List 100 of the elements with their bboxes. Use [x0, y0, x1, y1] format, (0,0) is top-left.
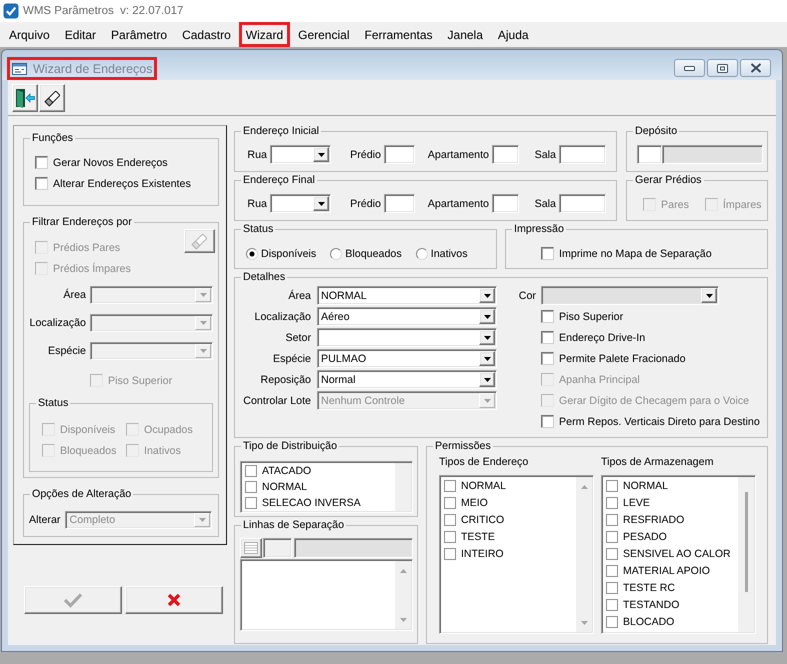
- scrollbar[interactable]: [738, 477, 754, 632]
- group-title: Endereço Inicial: [242, 124, 320, 138]
- dropdown-field[interactable]: Aéreo: [317, 307, 497, 326]
- field-label: Apartamento: [428, 198, 489, 210]
- menu-item[interactable]: Wizard: [238, 22, 290, 47]
- dropdown-button[interactable]: [701, 288, 717, 303]
- checkbox-label: Disponíveis: [60, 424, 116, 436]
- checkbox[interactable]: [444, 530, 456, 542]
- checkbox[interactable]: [35, 156, 48, 169]
- checkbox-label: PESADO: [623, 530, 667, 542]
- menu-item[interactable]: Editar: [58, 22, 104, 47]
- text-field[interactable]: [559, 194, 606, 213]
- text-field[interactable]: [492, 194, 519, 213]
- checkbox[interactable]: [245, 465, 257, 477]
- dropdown-button[interactable]: [479, 372, 495, 387]
- checkbox[interactable]: [541, 352, 554, 365]
- dropdown-field[interactable]: [270, 145, 331, 164]
- checkbox[interactable]: [606, 548, 618, 560]
- menu-item[interactable]: Parâmetro: [104, 22, 174, 47]
- checkbox-label: Perm Repos. Verticais Direto para Destino: [559, 416, 760, 428]
- checkbox[interactable]: [606, 496, 618, 508]
- checkbox[interactable]: [606, 616, 618, 628]
- checkbox-label: MEIO: [461, 496, 488, 508]
- maximize-button[interactable]: [707, 59, 738, 77]
- text-field[interactable]: [637, 145, 662, 164]
- scrollbar[interactable]: [395, 463, 411, 511]
- checkbox-label: LEVE: [623, 496, 650, 508]
- caret-icon: [200, 293, 206, 297]
- text-field[interactable]: [384, 145, 415, 164]
- radio-label: Disponíveis: [261, 248, 316, 260]
- text-field[interactable]: [384, 194, 415, 213]
- scrollbar[interactable]: [576, 477, 592, 632]
- dropdown-field[interactable]: [317, 328, 497, 347]
- dropdown-button[interactable]: [479, 330, 495, 345]
- field-label: Prédio: [350, 148, 381, 160]
- checkbox[interactable]: [245, 481, 257, 493]
- checkbox[interactable]: [541, 331, 554, 344]
- list-heading: Tipos de Endereço: [439, 455, 528, 469]
- checkbox[interactable]: [245, 497, 257, 509]
- text-field[interactable]: [559, 145, 606, 164]
- list-button[interactable]: [240, 538, 262, 558]
- toolbar-button[interactable]: [39, 84, 65, 112]
- menu-item[interactable]: Arquivo: [2, 22, 57, 47]
- checkbox[interactable]: [606, 480, 618, 492]
- checkbox[interactable]: [444, 548, 456, 560]
- menu-item[interactable]: Janela: [440, 22, 490, 47]
- text-field[interactable]: [263, 538, 292, 558]
- caret-icon: [200, 321, 206, 325]
- dropdown-button[interactable]: [313, 196, 329, 211]
- checkbox-label: Apanha Principal: [559, 374, 640, 386]
- text-area[interactable]: [240, 559, 413, 631]
- checkbox[interactable]: [606, 530, 618, 542]
- group-title: Linhas de Separação: [242, 518, 346, 532]
- dropdown-button[interactable]: [479, 288, 495, 303]
- menu-item[interactable]: Ferramentas: [357, 22, 440, 47]
- checkbox[interactable]: [444, 496, 456, 508]
- dropdown-field[interactable]: [270, 194, 331, 213]
- dropdown-button[interactable]: [313, 147, 329, 162]
- group-title: Status: [37, 396, 70, 410]
- readonly-field[interactable]: [662, 145, 763, 164]
- list-heading: Tipos de Armazenagem: [601, 455, 714, 469]
- menu-item[interactable]: Ajuda: [490, 22, 536, 47]
- checkbox-label: Piso Superior: [108, 374, 172, 386]
- dropdown-field[interactable]: PULMAO: [317, 349, 497, 368]
- checkbox[interactable]: [35, 177, 48, 190]
- minimize-button[interactable]: [674, 59, 705, 77]
- checkbox[interactable]: [606, 598, 618, 610]
- checkbox-label: SENSIVEL AO CALOR: [623, 548, 731, 560]
- caret-icon: [484, 398, 490, 402]
- dropdown-field[interactable]: NORMAL: [317, 286, 497, 305]
- checkbox[interactable]: [606, 564, 618, 576]
- checkbox-label: Permite Palete Fracionado: [559, 352, 686, 364]
- cancel-button[interactable]: [125, 586, 223, 614]
- radio-button[interactable]: [330, 248, 342, 260]
- checkbox[interactable]: [444, 514, 456, 526]
- radio-button[interactable]: [416, 248, 428, 260]
- toolbar-button[interactable]: [12, 84, 38, 112]
- text-field[interactable]: [492, 145, 519, 164]
- field-label: Área: [63, 289, 86, 301]
- menu-item[interactable]: Gerencial: [291, 22, 356, 47]
- dropdown-button[interactable]: [479, 351, 495, 366]
- checkbox[interactable]: [606, 514, 618, 526]
- menu-item[interactable]: Cadastro: [175, 22, 238, 47]
- readonly-field[interactable]: [294, 538, 413, 558]
- checkbox[interactable]: [541, 247, 554, 260]
- close-button[interactable]: [740, 59, 771, 77]
- dropdown-field[interactable]: Normal: [317, 370, 497, 389]
- checkbox[interactable]: [606, 582, 618, 594]
- dropdown-button[interactable]: [479, 309, 495, 324]
- checkbox[interactable]: [541, 310, 554, 323]
- field-label: Localização: [254, 310, 311, 322]
- checkbox[interactable]: [541, 415, 554, 428]
- checkbox[interactable]: [444, 480, 456, 492]
- dropdown-field[interactable]: [541, 286, 719, 305]
- scrollbar[interactable]: [395, 561, 411, 629]
- scrollbar-thumb[interactable]: [744, 492, 748, 592]
- radio-button[interactable]: [246, 248, 258, 260]
- checkmark-icon: [3, 3, 19, 19]
- caret-icon: [198, 518, 206, 522]
- checkbox-label: MATERIAL APOIO: [623, 564, 710, 576]
